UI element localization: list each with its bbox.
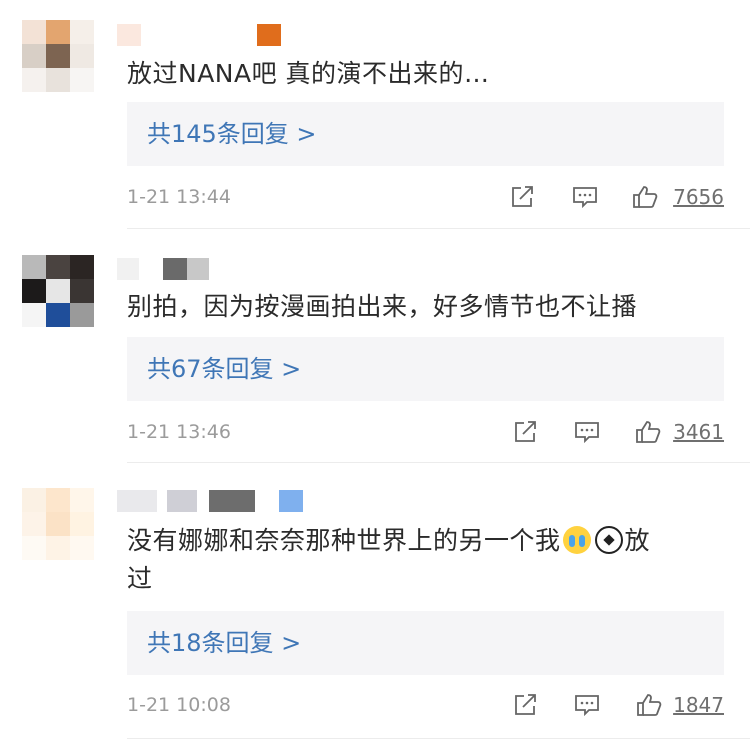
username-redacted[interactable]	[117, 490, 337, 512]
avatar[interactable]	[22, 255, 94, 327]
share-icon[interactable]	[513, 693, 539, 717]
view-replies-button[interactable]: 共145条回复 >	[127, 102, 724, 166]
divider	[127, 228, 750, 229]
comment-text: 没有娜娜和奈奈那种世界上的另一个我放过	[127, 526, 651, 593]
soccer-ball-emoji	[594, 526, 623, 554]
thumbs-up-icon[interactable]	[636, 693, 662, 717]
username-redacted[interactable]	[117, 258, 217, 280]
avatar[interactable]	[22, 488, 94, 560]
comment-timestamp: 1-21 13:44	[127, 186, 231, 208]
comment-icon[interactable]	[574, 420, 600, 444]
comment-meta: 1-21 10:08 1847	[127, 690, 724, 720]
comment-meta: 1-21 13:44 7656	[127, 182, 724, 212]
share-icon[interactable]	[513, 420, 539, 444]
thumbs-up-icon[interactable]	[632, 185, 658, 209]
share-icon[interactable]	[510, 185, 536, 209]
like-count[interactable]: 7656	[673, 182, 724, 212]
comment-icon[interactable]	[572, 185, 598, 209]
comment-meta: 1-21 13:46 3461	[127, 417, 724, 447]
comment-text: 别拍，因为按漫画拍出来，好多情节也不让播	[127, 292, 638, 321]
comment-text: 放过NANA吧 真的演不出来的…	[127, 59, 490, 88]
comment-icon[interactable]	[574, 693, 600, 717]
divider	[127, 738, 750, 739]
view-replies-button[interactable]: 共67条回复 >	[127, 337, 724, 401]
comment-timestamp: 1-21 10:08	[127, 694, 231, 716]
divider	[127, 462, 750, 463]
view-replies-button[interactable]: 共18条回复 >	[127, 611, 724, 675]
avatar[interactable]	[22, 20, 94, 92]
thumbs-up-icon[interactable]	[635, 420, 661, 444]
comment-timestamp: 1-21 13:46	[127, 421, 231, 443]
crying-face-emoji	[562, 526, 591, 554]
like-count[interactable]: 1847	[673, 690, 724, 720]
username-redacted[interactable]	[117, 24, 287, 46]
like-count[interactable]: 3461	[673, 417, 724, 447]
